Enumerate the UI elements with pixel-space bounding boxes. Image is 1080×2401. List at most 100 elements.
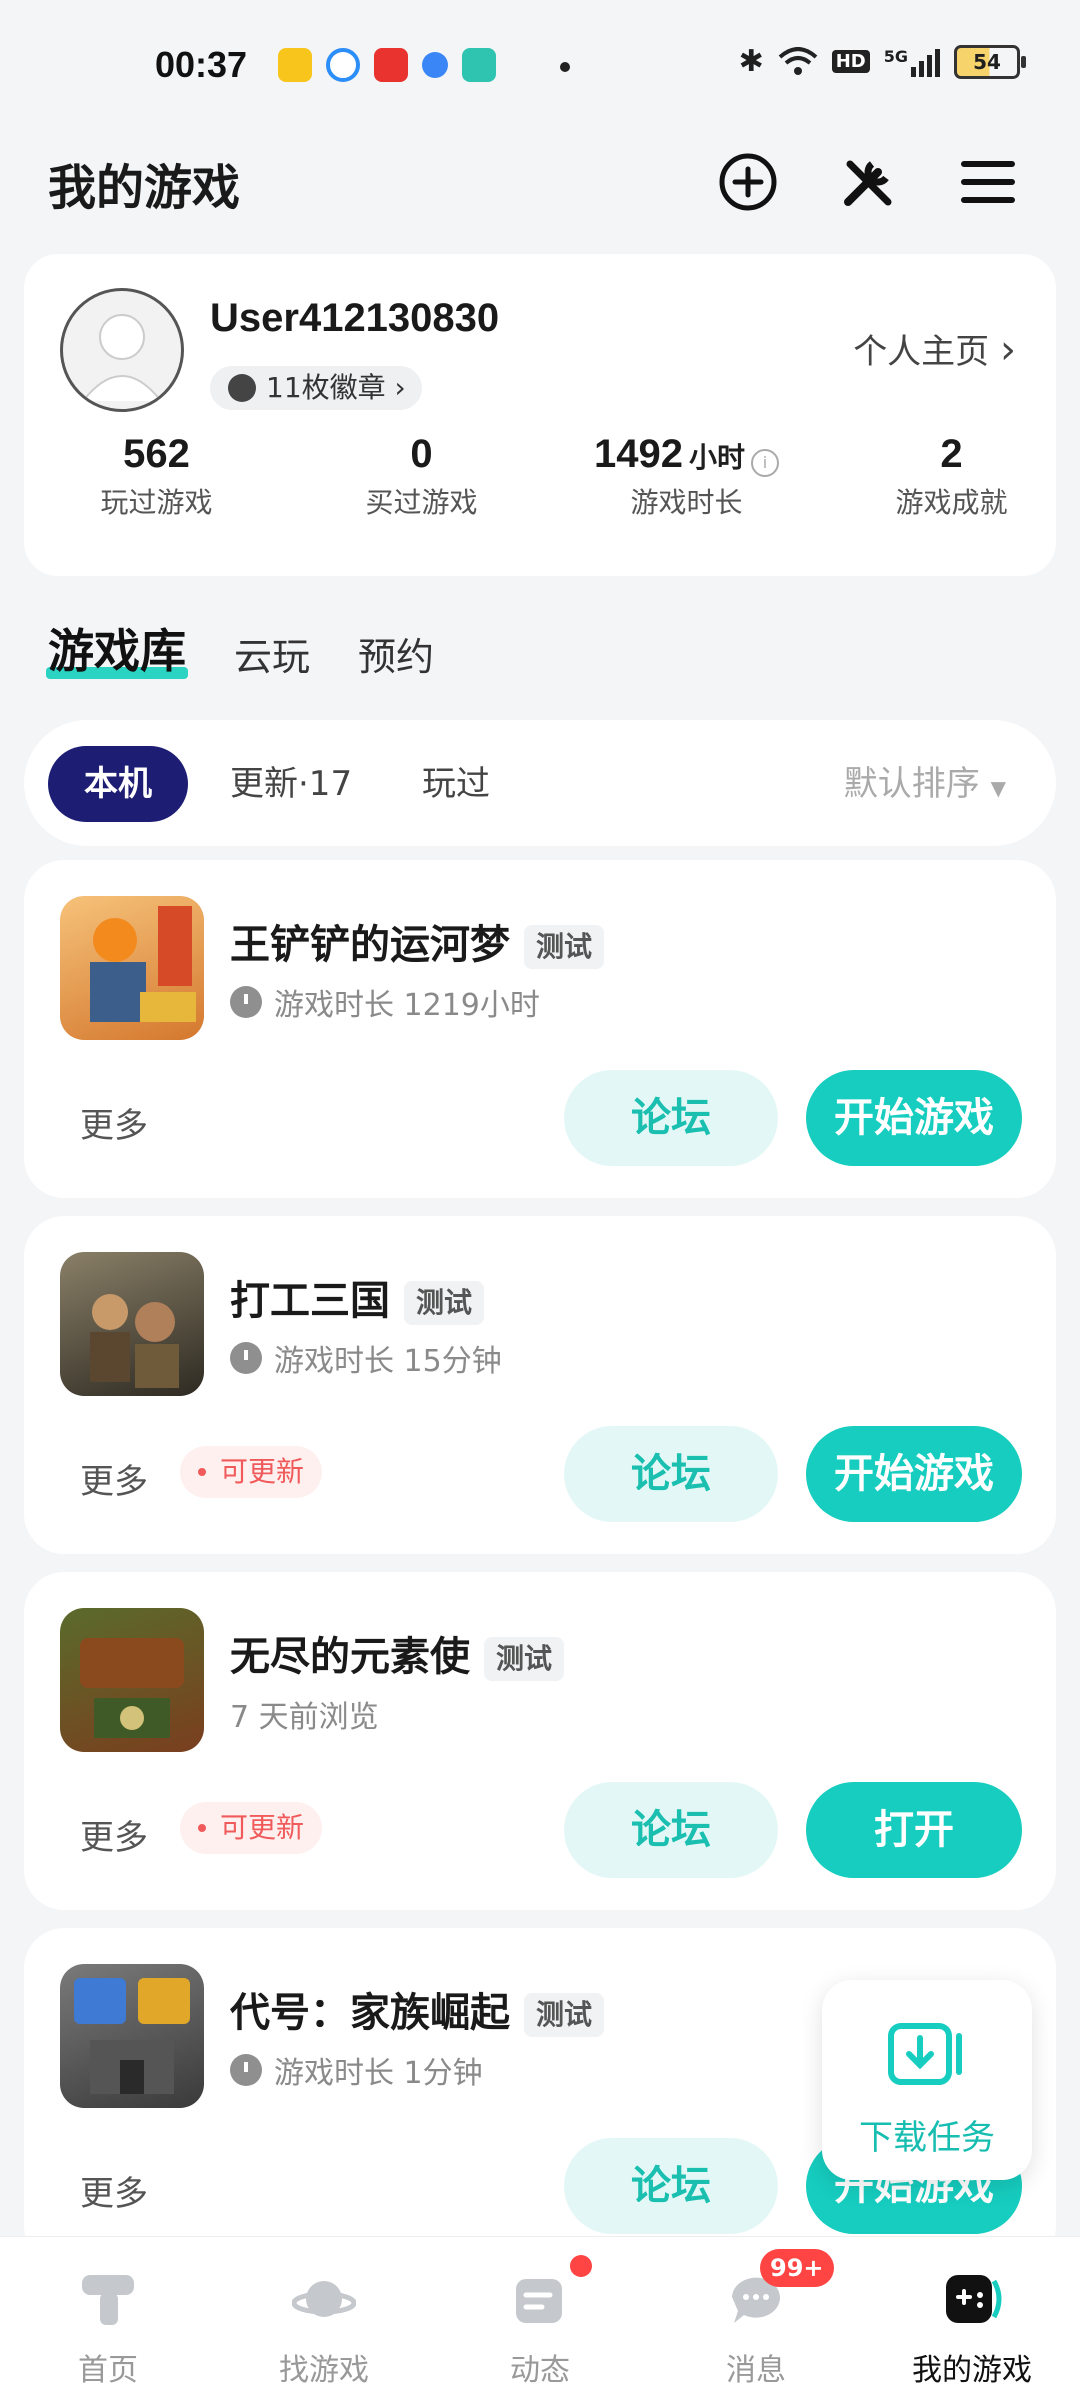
menu-icon xyxy=(961,161,1015,203)
game-card[interactable]: 王铲铲的运河梦 测试 游戏时长 1219小时 更多 论坛 开始游戏 xyxy=(24,860,1056,1198)
page-title: 我的游戏 xyxy=(48,160,241,216)
more-button[interactable]: 更多 xyxy=(80,1098,148,1147)
game-icon[interactable] xyxy=(60,896,204,1040)
stat-value: 562 xyxy=(123,432,190,476)
game-name: 王铲铲的运河梦 xyxy=(230,922,510,968)
play-time: 游戏时长 1分钟 xyxy=(274,2056,483,2091)
nav-label: 我的游戏 xyxy=(912,2353,1032,2388)
battery-icon: 54 xyxy=(954,44,1026,79)
stat-achievements[interactable]: 2 游戏成就 xyxy=(819,432,1080,521)
nav-feed[interactable]: 动态 xyxy=(432,2237,648,2401)
network-label: 5G xyxy=(883,46,908,66)
game-icon[interactable] xyxy=(60,1608,204,1752)
signal-icon: 5G xyxy=(884,47,940,77)
tab-reservations[interactable]: 预约 xyxy=(358,626,434,681)
status-right: ✱ HD 5G 54 xyxy=(739,44,1026,79)
download-tasks-label: 下载任务 xyxy=(859,2118,995,2158)
wifi-icon xyxy=(778,46,818,75)
bird-app-icon xyxy=(422,52,448,78)
open-game-button[interactable]: 打开 xyxy=(806,1782,1022,1878)
play-time: 游戏时长 15分钟 xyxy=(274,1344,502,1379)
info-icon[interactable]: i xyxy=(751,448,779,477)
default-avatar-icon xyxy=(82,314,162,402)
game-name: 无尽的元素使 xyxy=(230,1634,470,1680)
stat-value: 0 xyxy=(410,432,433,476)
more-button[interactable]: 更多 xyxy=(80,1454,148,1503)
stat-bought[interactable]: 0 买过游戏 xyxy=(289,432,554,521)
nav-my-games[interactable]: 我的游戏 xyxy=(864,2237,1080,2401)
notification-icons xyxy=(278,48,496,82)
forum-button[interactable]: 论坛 xyxy=(564,1782,778,1878)
status-bar: 00:37 ✱ HD 5G 54 xyxy=(0,0,1080,120)
warriors-icon xyxy=(90,1294,179,1388)
game-icon[interactable] xyxy=(60,1964,204,2108)
stopwatch-icon xyxy=(230,2054,262,2086)
filter-local[interactable]: 本机 xyxy=(48,746,188,822)
download-tasks-button[interactable]: 下载任务 xyxy=(822,1980,1032,2180)
tools-icon xyxy=(844,160,892,206)
avatar[interactable] xyxy=(60,288,184,412)
sort-dropdown[interactable]: 默认排序 ▼ xyxy=(844,746,1006,826)
game-title: 打工三国 测试 xyxy=(230,1268,485,1326)
filter-played[interactable]: 玩过 xyxy=(422,746,490,822)
forum-button[interactable]: 论坛 xyxy=(564,2138,778,2234)
stat-played[interactable]: 562 玩过游戏 xyxy=(24,432,289,521)
homepage-label: 个人主页 xyxy=(853,332,990,372)
new-activity-dot xyxy=(570,2255,592,2277)
game-card[interactable]: 无尽的元素使 测试 7 天前浏览 更多 可更新 论坛 打开 xyxy=(24,1572,1056,1910)
stat-playtime[interactable]: 1492 小时 i 游戏时长 xyxy=(554,432,819,521)
tools-button[interactable] xyxy=(836,150,900,214)
stat-label: 游戏成就 xyxy=(895,486,1008,519)
test-tag: 测试 xyxy=(524,925,605,969)
stat-label: 游戏时长 xyxy=(630,486,743,519)
chevron-right-icon: › xyxy=(1000,327,1016,373)
nav-find-games[interactable]: 找游戏 xyxy=(216,2237,432,2401)
start-game-button[interactable]: 开始游戏 xyxy=(806,1070,1022,1166)
feed-icon xyxy=(516,2279,562,2323)
tab-library[interactable]: 游戏库 xyxy=(46,615,188,681)
download-icon xyxy=(888,2023,962,2085)
more-button[interactable]: 更多 xyxy=(80,1810,148,1859)
element-mage-icon xyxy=(80,1638,184,1738)
menu-button[interactable] xyxy=(956,150,1020,214)
game-title: 代号：家族崛起 测试 xyxy=(230,1980,605,2038)
stat-value: 1492 xyxy=(594,432,683,476)
nav-label: 首页 xyxy=(78,2353,138,2388)
bottom-nav: 首页 找游戏 动态 99+ 消息 我的游戏 xyxy=(0,2236,1080,2401)
stat-label: 买过游戏 xyxy=(365,486,478,519)
play-time: 游戏时长 1219小时 xyxy=(274,988,540,1023)
message-count-badge: 99+ xyxy=(760,2249,834,2287)
start-game-button[interactable]: 开始游戏 xyxy=(806,1426,1022,1522)
nav-home[interactable]: 首页 xyxy=(0,2237,216,2401)
plus-circle-icon xyxy=(719,153,777,211)
forum-button[interactable]: 论坛 xyxy=(564,1426,778,1522)
game-name: 打工三国 xyxy=(230,1278,390,1324)
game-card[interactable]: 打工三国 测试 游戏时长 15分钟 更多 可更新 论坛 开始游戏 xyxy=(24,1216,1056,1554)
game-icon[interactable] xyxy=(60,1252,204,1396)
chevron-right-icon: › xyxy=(394,371,406,404)
more-button[interactable]: 更多 xyxy=(80,2166,148,2215)
username: User412130830 xyxy=(210,296,500,340)
badges-chip[interactable]: 11枚徽章 › xyxy=(210,366,422,410)
game-subtitle: 游戏时长 15分钟 xyxy=(230,1336,502,1380)
update-available-badge[interactable]: 可更新 xyxy=(180,1446,323,1498)
filter-updates[interactable]: 更新·17 xyxy=(230,746,352,822)
excavator-icon xyxy=(90,906,196,1022)
add-game-button[interactable] xyxy=(716,150,780,214)
stat-value: 2 xyxy=(940,432,963,476)
family-castle-icon xyxy=(74,1978,190,2094)
test-tag: 测试 xyxy=(524,1993,605,2037)
nav-messages[interactable]: 99+ 消息 xyxy=(648,2237,864,2401)
stat-unit: 小时 xyxy=(688,441,745,474)
tab-cloud-play[interactable]: 云玩 xyxy=(234,626,310,681)
forum-button[interactable]: 论坛 xyxy=(564,1070,778,1166)
caret-down-icon: ▼ xyxy=(990,776,1006,800)
nav-label: 找游戏 xyxy=(279,2353,369,2388)
profile-card: User412130830 11枚徽章 › 个人主页 › 562 玩过游戏 0 … xyxy=(24,254,1056,576)
nav-label: 消息 xyxy=(726,2353,786,2388)
homepage-link[interactable]: 个人主页 › xyxy=(853,324,1016,373)
boss-app-icon xyxy=(462,48,496,82)
stopwatch-icon xyxy=(230,1342,262,1374)
stopwatch-icon xyxy=(230,986,262,1018)
update-available-badge[interactable]: 可更新 xyxy=(180,1802,323,1854)
